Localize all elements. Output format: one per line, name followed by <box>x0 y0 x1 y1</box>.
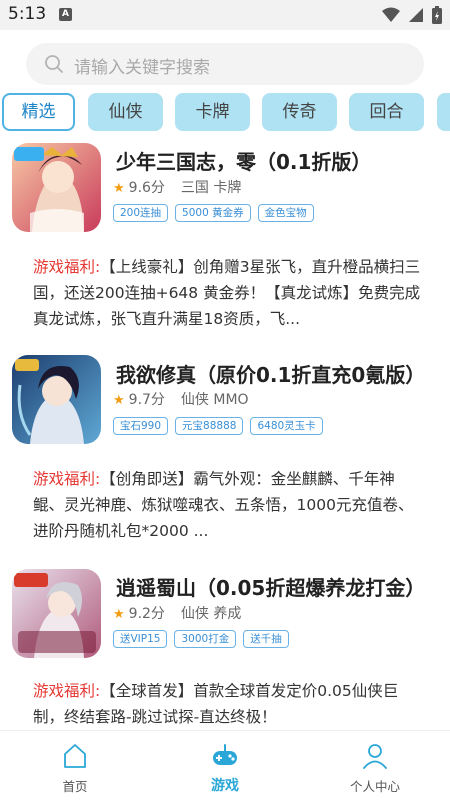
perk-chip: 宝石990 <box>113 417 169 435</box>
perk-chips: 送VIP15 3000打金 送千抽 <box>113 630 289 648</box>
rating-row: ★ 9.6分 三国 卡牌 <box>113 177 241 197</box>
game-tags: 仙侠 MMO <box>180 392 249 408</box>
rating-score: 9.7分 <box>128 392 165 408</box>
search-placeholder: 请输入关键字搜索 <box>74 58 210 78</box>
nav-games[interactable]: 游戏 <box>150 731 300 804</box>
nav-profile-label: 个人中心 <box>349 779 400 794</box>
star-icon: ★ <box>113 393 125 408</box>
benefit-label: 游戏福利: <box>33 258 101 276</box>
rating-row: ★ 9.7分 仙侠 MMO <box>113 389 249 409</box>
user-icon <box>363 744 387 769</box>
tab-more-partial[interactable] <box>437 93 450 131</box>
rating-row: ★ 9.2分 仙侠 养成 <box>113 603 241 623</box>
perk-chip: 6480灵玉卡 <box>250 417 323 435</box>
benefit-text: 游戏福利:【上线豪礼】创角赠3星张飞，直升橙品横扫三国，还送200连抽+648 … <box>33 254 423 332</box>
game-title[interactable]: 少年三国志，零（0.1折版） <box>116 146 371 175</box>
benefit-label: 游戏福利: <box>33 470 101 488</box>
game-cover-image[interactable] <box>12 569 101 658</box>
game-cover-image[interactable] <box>12 143 101 232</box>
gamepad-icon <box>213 744 237 765</box>
star-icon: ★ <box>113 607 125 622</box>
status-bar: 5:13 A <box>0 0 450 30</box>
tab-featured[interactable]: 精选 <box>2 93 75 131</box>
benefit-text: 游戏福利:【创角即送】霸气外观：金坐麒麟、千年神鲲、灵光神鹿、炼狱噬魂衣、五条悟… <box>33 466 423 544</box>
game-cover-image[interactable] <box>12 355 101 444</box>
notification-icon: A <box>59 8 72 21</box>
perk-chip: 送千抽 <box>243 630 289 648</box>
nav-games-label: 游戏 <box>211 778 239 794</box>
tab-xianxia[interactable]: 仙侠 <box>88 93 163 131</box>
benefit-label: 游戏福利: <box>33 682 101 700</box>
game-title[interactable]: 我欲修真（原价0.1折直充0氪版） <box>116 359 425 388</box>
tab-turn-based[interactable]: 回合 <box>349 93 424 131</box>
nav-home-label: 首页 <box>62 779 88 794</box>
home-icon <box>64 744 86 768</box>
perk-chip: 元宝88888 <box>175 417 244 435</box>
search-input[interactable]: 请输入关键字搜索 <box>26 43 424 85</box>
game-card[interactable]: 我欲修真（原价0.1折直充0氪版） ★ 9.7分 仙侠 MMO 宝石990 元宝88… <box>0 345 450 555</box>
search-icon <box>45 55 63 73</box>
tab-card[interactable]: 卡牌 <box>175 93 250 131</box>
perk-chip: 5000 黄金券 <box>175 204 251 222</box>
cover-art-2 <box>12 355 101 444</box>
rating-score: 9.6分 <box>128 180 165 196</box>
perk-chip: 200连抽 <box>113 204 169 222</box>
cover-art-3 <box>12 569 101 658</box>
bottom-nav: 首页 游戏 个人中心 <box>0 730 450 804</box>
perk-chips: 宝石990 元宝88888 6480灵玉卡 <box>113 417 323 435</box>
star-icon: ★ <box>113 181 125 196</box>
perk-chip: 金色宝物 <box>257 204 314 222</box>
rating-score: 9.2分 <box>128 606 165 622</box>
battery-icon <box>432 6 442 24</box>
game-title[interactable]: 逍遥蜀山（0.05折超爆养龙打金） <box>116 572 425 601</box>
cover-art-1 <box>12 143 101 232</box>
category-tabs: 精选 仙侠 卡牌 传奇 回合 <box>0 93 450 131</box>
nav-home[interactable]: 首页 <box>0 731 150 804</box>
perk-chip: 送VIP15 <box>113 630 168 648</box>
game-card[interactable]: 少年三国志，零（0.1折版） ★ 9.6分 三国 卡牌 200连抽 5000 黄金券… <box>0 131 450 336</box>
perk-chips: 200连抽 5000 黄金券 金色宝物 <box>113 204 314 222</box>
game-tags: 仙侠 养成 <box>180 606 242 622</box>
signal-icon <box>409 8 423 22</box>
status-icons <box>382 6 442 24</box>
benefit-text: 游戏福利:【全球首发】首款全球首发定价0.05仙侠巨制，终结套路-跳过试探-直达… <box>33 678 423 730</box>
game-card[interactable]: 逍遥蜀山（0.05折超爆养龙打金） ★ 9.2分 仙侠 养成 送VIP15 3000… <box>0 560 450 730</box>
tab-legend[interactable]: 传奇 <box>262 93 337 131</box>
wifi-icon <box>382 7 400 22</box>
perk-chip: 3000打金 <box>174 630 237 648</box>
status-time: 5:13 <box>8 4 47 24</box>
nav-profile[interactable]: 个人中心 <box>300 731 450 804</box>
game-tags: 三国 卡牌 <box>180 180 242 196</box>
